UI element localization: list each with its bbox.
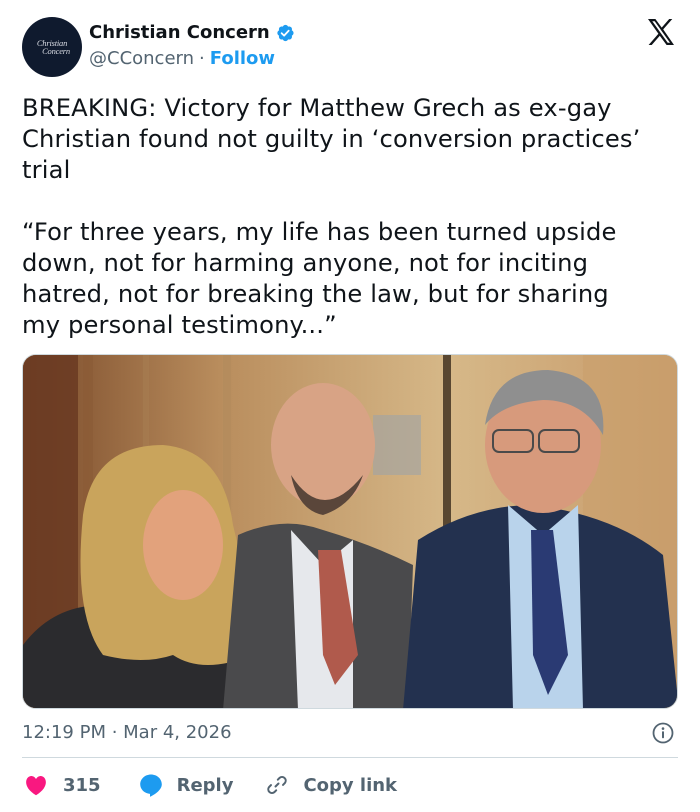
account-handle[interactable]: @CConcern (89, 48, 194, 69)
x-logo-icon[interactable] (646, 18, 676, 46)
follow-button[interactable]: Follow (210, 48, 275, 69)
tweet-embed-card: Christian Concern Christian Concern @CCo… (0, 0, 700, 812)
tweet-actions: 315 Reply Copy link (24, 770, 397, 800)
account-display-name[interactable]: Christian Concern (89, 22, 270, 43)
handle-separator: · (199, 48, 205, 69)
three-people-smiling-photo (23, 355, 677, 708)
reply-label: Reply (176, 774, 234, 796)
like-count: 315 (63, 774, 101, 796)
info-icon[interactable] (652, 722, 674, 744)
copy-link-label: Copy link (303, 774, 398, 796)
avatar-text-line2: Concern (42, 46, 70, 56)
account-avatar[interactable]: Christian Concern (22, 17, 82, 77)
divider (22, 757, 678, 758)
verified-badge-icon (277, 24, 294, 41)
tweet-text: BREAKING: Victory for Matthew Grech as e… (22, 94, 641, 339)
tweet-photo[interactable] (22, 354, 678, 709)
reply-button[interactable]: Reply (139, 773, 234, 797)
like-button[interactable]: 315 (24, 774, 101, 796)
link-icon (267, 776, 288, 794)
account-name-row: Christian Concern (89, 22, 295, 43)
reply-bubble-icon (139, 774, 162, 797)
account-handle-row: @CConcern · Follow (89, 48, 275, 69)
copy-link-button[interactable]: Copy link (265, 773, 397, 797)
heart-icon (26, 776, 46, 796)
tweet-timestamp[interactable]: 12:19 PM · Mar 4, 2026 (22, 722, 232, 743)
